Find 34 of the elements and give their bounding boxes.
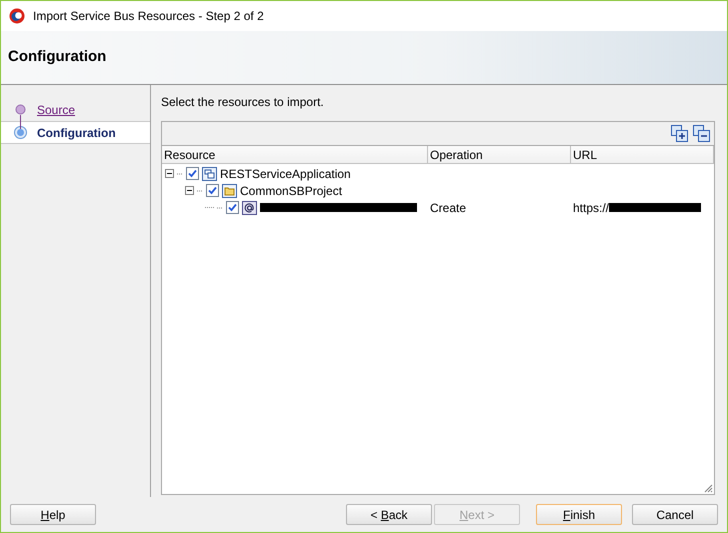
help-button[interactable]: Help: [10, 504, 96, 525]
collapse-all-icon[interactable]: [693, 125, 710, 142]
collapse-icon[interactable]: [165, 169, 174, 178]
instruction-text: Select the resources to import.: [161, 94, 325, 111]
page-title: Configuration: [8, 47, 106, 68]
resource-name[interactable]: CommonSBProject: [240, 182, 342, 200]
checkbox[interactable]: [206, 184, 219, 197]
at-sign-icon: [242, 200, 257, 214]
step-connector-line: [20, 115, 21, 129]
checkbox[interactable]: [186, 167, 199, 180]
app-logo-icon: [9, 8, 25, 24]
wizard-button[interactable]: Finish: [536, 504, 622, 525]
current-step-icon: [14, 126, 27, 139]
collapse-icon[interactable]: [185, 186, 194, 195]
window-title: Import Service Bus Resources - Step 2 of 2: [33, 8, 264, 25]
step-item[interactable]: Configuration: [1, 121, 150, 144]
tree-connector-line: [197, 190, 203, 192]
tree-connector-line: [217, 206, 223, 208]
wizard-button[interactable]: < Back: [346, 504, 432, 525]
column-header[interactable]: Resource: [162, 146, 428, 163]
resource-name[interactable]: RESTServiceApplication: [220, 164, 351, 182]
expand-all-icon[interactable]: [671, 125, 688, 142]
resize-grip-icon[interactable]: [703, 483, 713, 493]
wizard-button[interactable]: Cancel: [632, 504, 718, 525]
step-item[interactable]: Source: [1, 98, 150, 121]
table-cell-text: https://: [573, 200, 610, 216]
table-cell: Create: [430, 200, 466, 214]
column-header[interactable]: URL: [571, 146, 714, 163]
column-header[interactable]: Operation: [428, 146, 571, 163]
folder-icon: [222, 184, 237, 198]
application-icon: [202, 166, 217, 180]
step-dot-icon: [14, 103, 27, 116]
checkbox[interactable]: [226, 201, 239, 214]
tree-connector-line: [177, 172, 183, 174]
